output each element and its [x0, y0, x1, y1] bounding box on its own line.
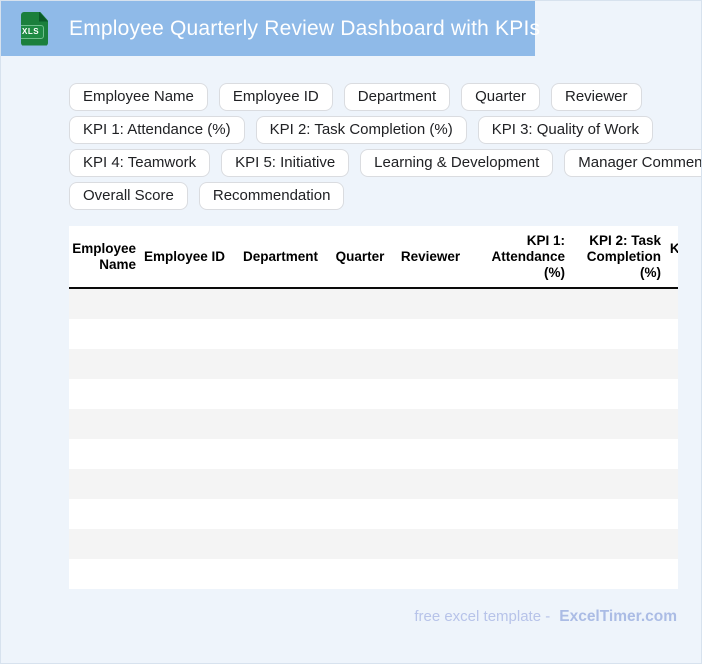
table-row	[69, 409, 678, 439]
field-chip[interactable]: Employee Name	[69, 83, 208, 111]
chip-row-1: Employee Name Employee ID Department Quarte…	[69, 83, 701, 111]
chip-row-2: KPI 1: Attendance (%) KPI 2: Task Complet…	[69, 116, 701, 144]
chip-row-3: KPI 4: Teamwork KPI 5: Initiative Learning…	[69, 149, 701, 177]
chip-row-4: Overall Score Recommendation	[69, 182, 701, 210]
field-chip[interactable]: KPI 3: Quality of Work	[477, 116, 654, 144]
page: XLS Employee Quarterly Review Dashboard …	[0, 0, 702, 664]
field-chip[interactable]: Overall Score	[69, 182, 188, 210]
table-body	[69, 289, 678, 589]
column-header: Reviewer	[400, 248, 461, 264]
field-chip[interactable]: Manager Comments	[564, 149, 701, 177]
field-chip-list: Employee Name Employee ID Department Quarte…	[69, 83, 701, 210]
footer: free excel template - ExcelTimer.com	[414, 608, 677, 626]
table-row	[69, 499, 678, 529]
xls-file-icon: XLS	[21, 11, 48, 46]
column-header: KPI 2: Task Completion (%)	[586, 232, 661, 280]
column-header: KPI 3: Quality of Work	[667, 226, 678, 287]
column-header: KPI 1: Attendance (%)	[491, 232, 565, 280]
table-row	[69, 439, 678, 469]
field-chip[interactable]: Learning & Development	[360, 149, 554, 177]
folded-corner	[39, 11, 48, 22]
app-header: XLS Employee Quarterly Review Dashboard …	[1, 1, 540, 56]
column-header: Department	[242, 248, 318, 264]
field-chip[interactable]: Quarter	[461, 83, 540, 111]
table-header-row: Employee Name Employee ID Department Quarte…	[69, 226, 678, 289]
template-preview-table: Employee Name Employee ID Department Quarte…	[69, 226, 678, 589]
field-chip[interactable]: KPI 2: Task Completion (%)	[255, 116, 467, 144]
field-chip[interactable]: KPI 5: Initiative	[221, 149, 350, 177]
page-title: Employee Quarterly Review Dashboard with…	[69, 16, 541, 40]
field-chip[interactable]: KPI 4: Teamwork	[69, 149, 211, 177]
table-row	[69, 319, 678, 349]
field-chip[interactable]: Recommendation	[198, 182, 345, 210]
field-chip[interactable]: Reviewer	[551, 83, 642, 111]
table-row	[69, 379, 678, 409]
table-row	[69, 559, 678, 589]
column-header: Employee ID	[143, 248, 225, 264]
field-chip[interactable]: Department	[343, 83, 451, 111]
table-row	[69, 289, 678, 319]
xls-icon-label: XLS	[21, 24, 45, 39]
field-chip[interactable]: KPI 1: Attendance (%)	[69, 116, 245, 144]
table-row	[69, 529, 678, 559]
table-row	[69, 349, 678, 379]
field-chip[interactable]: Employee ID	[218, 83, 333, 111]
table-row	[69, 469, 678, 499]
column-header: Quarter	[335, 248, 385, 264]
footer-brand-link[interactable]: ExcelTimer.com	[559, 608, 677, 626]
column-header: Employee Name	[72, 240, 136, 272]
footer-text: free excel template -	[414, 608, 551, 625]
